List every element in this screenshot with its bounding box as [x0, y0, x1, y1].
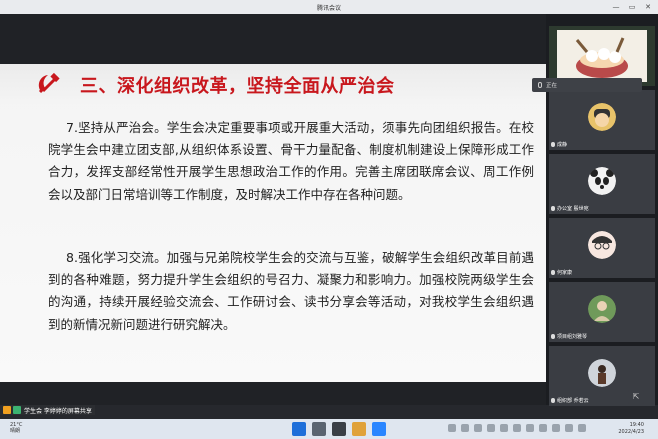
paragraph-2-text: 8.强化学习交流。加强与兄弟院校学生会的交流与互鉴，破解学生会组织改革目前遇到的…	[48, 250, 534, 332]
participant-name: 办公室 殷世宛	[551, 205, 589, 212]
clock-time: 19:40	[629, 422, 644, 428]
participant-name: 成静	[551, 141, 567, 148]
participant-tile[interactable]: 何家康	[549, 218, 655, 278]
hammer-sickle-icon	[38, 72, 60, 94]
tray-app-icon[interactable]	[461, 424, 469, 432]
tencent-meeting-icon[interactable]	[372, 422, 386, 436]
person-glasses-avatar	[588, 231, 616, 259]
taskbar-clock[interactable]: 19:40 2022/4/23	[618, 422, 644, 436]
screen-share-stage: 三、深化组织改革，坚持全面从严治会 7.坚持从严治会。学生会决定重要事项或开展重…	[0, 14, 546, 405]
maximize-button[interactable]: ▭	[624, 0, 640, 14]
presenter-icon	[3, 406, 11, 414]
window-title: 腾讯会议	[316, 4, 341, 12]
mic-icon	[551, 142, 555, 147]
tray-app-icon[interactable]	[526, 424, 534, 432]
presentation-slide: 三、深化组织改革，坚持全面从严治会 7.坚持从严治会。学生会决定重要事项或开展重…	[0, 64, 546, 382]
windows-taskbar: 21°C 晴朗 19:40 2022/4/23	[0, 419, 658, 439]
cartoon-avatar	[588, 103, 616, 131]
close-button[interactable]: ✕	[640, 0, 656, 14]
weather-widget[interactable]: 21°C 晴朗	[10, 422, 22, 434]
mic-icon	[551, 206, 555, 211]
participant-tile[interactable]: 项目组刘雅琴	[549, 282, 655, 342]
speaking-text: 正在	[546, 83, 558, 89]
taskbar-apps	[292, 422, 392, 436]
minimize-button[interactable]: —	[608, 0, 624, 14]
mic-icon	[551, 270, 555, 275]
speaking-indicator: 正在	[532, 78, 642, 92]
weather-desc: 晴朗	[10, 428, 21, 434]
wifi-icon[interactable]	[552, 424, 560, 432]
mic-icon	[538, 82, 542, 88]
system-tray	[448, 424, 591, 432]
volume-icon[interactable]	[565, 424, 573, 432]
participant-list: 成静 办公室 殷世宛 何家康 项目组刘雅琴 组织部 乔若云	[546, 14, 658, 406]
participant-tile[interactable]: 办公室 殷世宛	[549, 154, 655, 214]
screen-share-icon	[13, 406, 21, 414]
paragraph-1-text: 7.坚持从严治会。学生会决定重要事项或开展重大活动，须事先向团组织报告。在校院学…	[48, 120, 534, 202]
slide-paragraph-2: 8.强化学习交流。加强与兄弟院校学生会的交流与互鉴，破解学生会组织改革目前遇到的…	[48, 247, 534, 336]
panda-avatar	[588, 167, 616, 195]
participant-name: 项目组刘雅琴	[551, 333, 587, 340]
share-status-text: 学生会 李婷婷的屏幕共享	[24, 407, 92, 415]
meeting-window: 腾讯会议 — ▭ ✕ 三、深化组织改革，坚持全面从严治会 7.坚持从严治会。学生…	[0, 0, 658, 419]
participant-tile[interactable]: 成静	[549, 90, 655, 150]
tray-app-icon[interactable]	[500, 424, 508, 432]
slide-paragraph-1: 7.坚持从严治会。学生会决定重要事项或开展重大活动，须事先向团组织报告。在校院学…	[48, 117, 534, 206]
start-icon[interactable]	[292, 422, 306, 436]
photo-avatar	[588, 295, 616, 323]
mic-icon	[551, 334, 555, 339]
photo-avatar	[588, 359, 616, 387]
battery-icon[interactable]	[578, 424, 586, 432]
tray-app-icon[interactable]	[474, 424, 482, 432]
tray-arrow-icon[interactable]	[448, 424, 456, 432]
clock-date: 2022/4/23	[618, 429, 644, 435]
tray-app-icon[interactable]	[487, 424, 495, 432]
participant-name: 组织部 乔若云	[551, 397, 589, 404]
slide-heading: 三、深化组织改革，坚持全面从严治会	[80, 76, 395, 97]
food-bowl-avatar	[557, 30, 647, 82]
tray-app-icon[interactable]	[539, 424, 547, 432]
tray-app-icon[interactable]	[513, 424, 521, 432]
search-icon[interactable]	[312, 422, 326, 436]
title-bar: 腾讯会议 — ▭ ✕	[0, 0, 658, 14]
file-explorer-icon[interactable]	[352, 422, 366, 436]
participant-tile[interactable]	[549, 26, 655, 86]
mic-icon	[551, 398, 555, 403]
participant-name: 何家康	[551, 269, 572, 276]
export-icon[interactable]: ⇱	[628, 390, 644, 404]
task-view-icon[interactable]	[332, 422, 346, 436]
share-status-bar: 学生会 李婷婷的屏幕共享	[0, 405, 95, 415]
window-controls: — ▭ ✕	[608, 0, 656, 14]
